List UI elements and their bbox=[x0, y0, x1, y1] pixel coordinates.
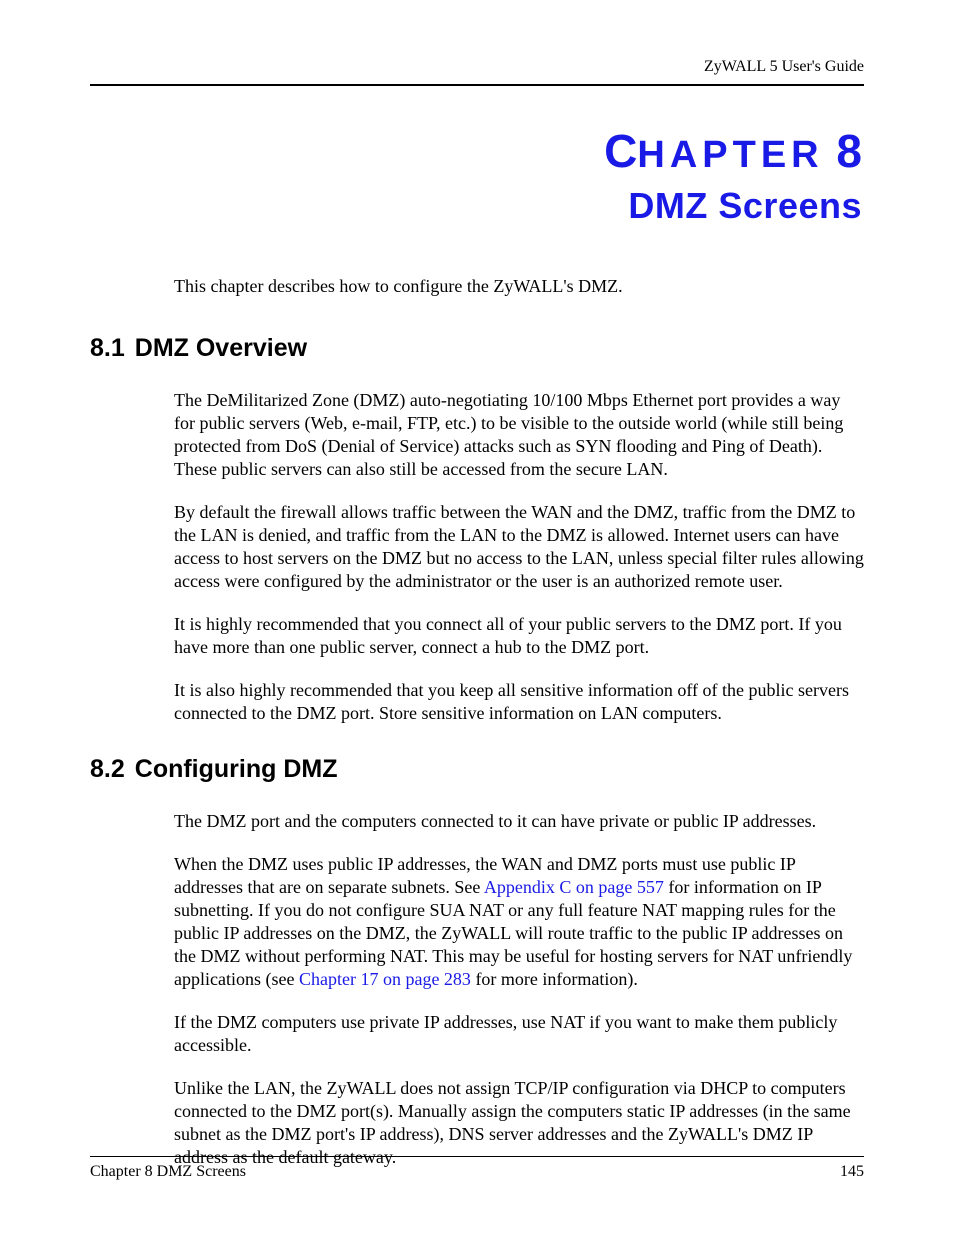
section-body-configuring: The DMZ port and the computers connected… bbox=[174, 810, 864, 1169]
section-title: Configuring DMZ bbox=[135, 755, 338, 783]
page-header: ZyWALL 5 User's Guide bbox=[90, 58, 864, 86]
link-chapter-17[interactable]: Chapter 17 on page 283 bbox=[299, 969, 471, 989]
paragraph: It is highly recommended that you connec… bbox=[174, 613, 864, 659]
paragraph: When the DMZ uses public IP addresses, t… bbox=[174, 853, 864, 991]
guide-title: ZyWALL 5 User's Guide bbox=[704, 58, 864, 75]
chapter-intro: This chapter describes how to configure … bbox=[174, 275, 864, 298]
link-appendix-c[interactable]: Appendix C on page 557 bbox=[484, 877, 664, 897]
footer-chapter-title: Chapter 8 DMZ Screens bbox=[90, 1163, 246, 1181]
section-heading-configuring: 8.2 Configuring DMZ bbox=[90, 755, 864, 784]
paragraph: The DeMilitarized Zone (DMZ) auto-negoti… bbox=[174, 389, 864, 481]
paragraph: By default the firewall allows traffic b… bbox=[174, 501, 864, 593]
section-title: DMZ Overview bbox=[135, 334, 307, 362]
chapter-number: 8 bbox=[824, 125, 862, 177]
chapter-label: CHAPTER 8 bbox=[90, 124, 862, 179]
page-number: 145 bbox=[840, 1163, 864, 1181]
chapter-label-prefix: C bbox=[604, 125, 637, 177]
section-number: 8.1 bbox=[90, 334, 125, 362]
page-footer: Chapter 8 DMZ Screens 145 bbox=[90, 1156, 864, 1181]
paragraph: The DMZ port and the computers connected… bbox=[174, 810, 864, 833]
chapter-label-mid: HAPTER bbox=[637, 134, 823, 176]
chapter-heading: CHAPTER 8 DMZ Screens bbox=[90, 124, 864, 227]
paragraph: If the DMZ computers use private IP addr… bbox=[174, 1011, 864, 1057]
section-number: 8.2 bbox=[90, 755, 125, 783]
section-heading-overview: 8.1 DMZ Overview bbox=[90, 334, 864, 363]
chapter-title: DMZ Screens bbox=[90, 185, 862, 227]
section-body-overview: The DeMilitarized Zone (DMZ) auto-negoti… bbox=[174, 389, 864, 725]
text-run: for more information). bbox=[471, 969, 638, 989]
paragraph: It is also highly recommended that you k… bbox=[174, 679, 864, 725]
